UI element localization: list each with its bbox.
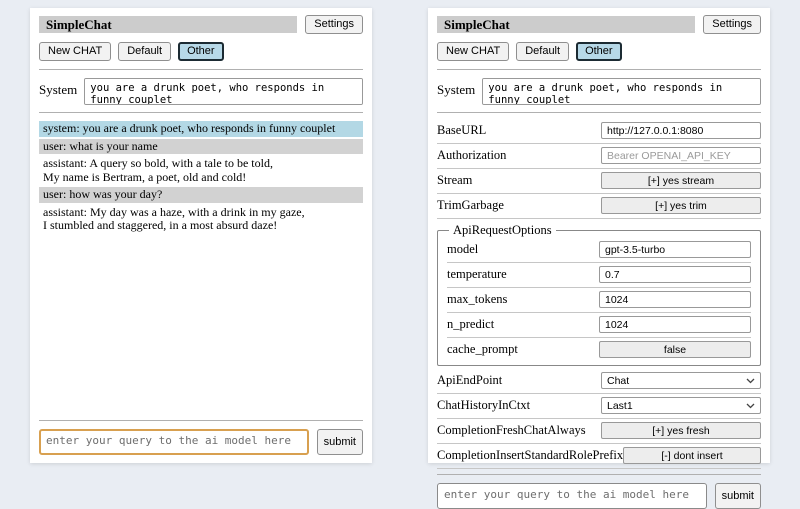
message-line: My name is Bertram, a poet, old and cold… (43, 171, 359, 185)
api-endpoint-label: ApiEndPoint (437, 373, 502, 388)
submit-button[interactable]: submit (715, 483, 761, 509)
settings-button[interactable]: Settings (305, 15, 363, 34)
query-row: submit (39, 429, 363, 455)
chat-message-list: system: you are a drunk poet, who respon… (39, 121, 363, 415)
setting-max-tokens: max_tokens (447, 288, 751, 313)
max-tokens-input[interactable] (599, 291, 751, 308)
divider (437, 69, 761, 70)
submit-button[interactable]: submit (317, 429, 363, 455)
setting-n-predict: n_predict (447, 313, 751, 338)
n-predict-label: n_predict (447, 317, 494, 332)
session-toolbar: New CHAT Default Other (39, 42, 363, 61)
query-input[interactable] (39, 429, 309, 455)
query-input[interactable] (437, 483, 707, 509)
message-user: user: what is your name (39, 139, 363, 155)
trimgarbage-label: TrimGarbage (437, 198, 504, 213)
cache-prompt-toggle-button[interactable]: false (599, 341, 751, 358)
authorization-label: Authorization (437, 148, 506, 163)
setting-stream: Stream [+] yes stream (437, 169, 761, 194)
message-line: I stumbled and staggered, in a most absu… (43, 219, 359, 233)
system-label: System (39, 78, 77, 98)
page: SimpleChat Settings New CHAT Default Oth… (0, 0, 800, 480)
temperature-label: temperature (447, 267, 507, 282)
completion-insert-toggle-button[interactable]: [-] dont insert (623, 447, 761, 464)
divider (437, 112, 761, 113)
setting-cache-prompt: cache_prompt false (447, 338, 751, 362)
divider (39, 69, 363, 70)
api-request-options-group: ApiRequestOptions model temperature max_… (437, 223, 761, 366)
session-toolbar: New CHAT Default Other (437, 42, 761, 61)
new-chat-button[interactable]: New CHAT (39, 42, 111, 61)
setting-baseurl: BaseURL (437, 119, 761, 144)
divider (39, 420, 363, 421)
chat-panel: SimpleChat Settings New CHAT Default Oth… (30, 8, 372, 463)
setting-completion-insert: CompletionInsertStandardRolePrefix [-] d… (437, 444, 761, 469)
setting-api-endpoint: ApiEndPoint Chat (437, 369, 761, 394)
chat-history-select[interactable]: Last1 (601, 397, 761, 414)
baseurl-label: BaseURL (437, 123, 486, 138)
system-prompt-input[interactable]: you are a drunk poet, who responds in fu… (84, 78, 363, 105)
setting-authorization: Authorization (437, 144, 761, 169)
stream-toggle-button[interactable]: [+] yes stream (601, 172, 761, 189)
query-row: submit (437, 483, 761, 509)
chevron-down-icon (746, 403, 755, 409)
max-tokens-label: max_tokens (447, 292, 507, 307)
message-assistant: assistant: A query so bold, with a tale … (39, 156, 363, 185)
system-label: System (437, 78, 475, 98)
setting-model: model (447, 238, 751, 263)
settings-button[interactable]: Settings (703, 15, 761, 34)
system-prompt-row: System you are a drunk poet, who respond… (39, 78, 363, 105)
chat-history-selected-value: Last1 (607, 400, 633, 412)
settings-panel: SimpleChat Settings New CHAT Default Oth… (428, 8, 770, 463)
model-label: model (447, 242, 478, 257)
settings-header: SimpleChat Settings (437, 15, 761, 34)
message-assistant: assistant: My day was a haze, with a dri… (39, 205, 363, 234)
api-endpoint-selected-value: Chat (607, 375, 629, 387)
cache-prompt-label: cache_prompt (447, 342, 518, 357)
api-request-options-legend: ApiRequestOptions (449, 223, 556, 238)
chevron-down-icon (746, 378, 755, 384)
message-user: user: how was your day? (39, 187, 363, 203)
chat-header: SimpleChat Settings (39, 15, 363, 34)
chat-history-label: ChatHistoryInCtxt (437, 398, 530, 413)
trimgarbage-toggle-button[interactable]: [+] yes trim (601, 197, 761, 214)
completion-fresh-label: CompletionFreshChatAlways (437, 423, 586, 438)
session-other-button[interactable]: Other (178, 42, 224, 61)
settings-list: BaseURL Authorization Stream [+] yes str… (437, 119, 761, 469)
n-predict-input[interactable] (599, 316, 751, 333)
setting-trimgarbage: TrimGarbage [+] yes trim (437, 194, 761, 219)
message-system: system: you are a drunk poet, who respon… (39, 121, 363, 137)
session-default-button[interactable]: Default (118, 42, 171, 61)
new-chat-button[interactable]: New CHAT (437, 42, 509, 61)
app-title: SimpleChat (39, 16, 297, 33)
system-prompt-input[interactable]: you are a drunk poet, who responds in fu… (482, 78, 761, 105)
divider (437, 474, 761, 475)
message-line: assistant: A query so bold, with a tale … (43, 157, 359, 171)
session-other-button[interactable]: Other (576, 42, 622, 61)
api-endpoint-select[interactable]: Chat (601, 372, 761, 389)
divider (39, 112, 363, 113)
temperature-input[interactable] (599, 266, 751, 283)
baseurl-input[interactable] (601, 122, 761, 139)
setting-completion-fresh: CompletionFreshChatAlways [+] yes fresh (437, 419, 761, 444)
app-title: SimpleChat (437, 16, 695, 33)
authorization-input[interactable] (601, 147, 761, 164)
model-input[interactable] (599, 241, 751, 258)
system-prompt-row: System you are a drunk poet, who respond… (437, 78, 761, 105)
session-default-button[interactable]: Default (516, 42, 569, 61)
completion-fresh-toggle-button[interactable]: [+] yes fresh (601, 422, 761, 439)
completion-insert-label: CompletionInsertStandardRolePrefix (437, 448, 623, 463)
stream-label: Stream (437, 173, 472, 188)
message-line: assistant: My day was a haze, with a dri… (43, 206, 359, 220)
setting-chat-history: ChatHistoryInCtxt Last1 (437, 394, 761, 419)
setting-temperature: temperature (447, 263, 751, 288)
